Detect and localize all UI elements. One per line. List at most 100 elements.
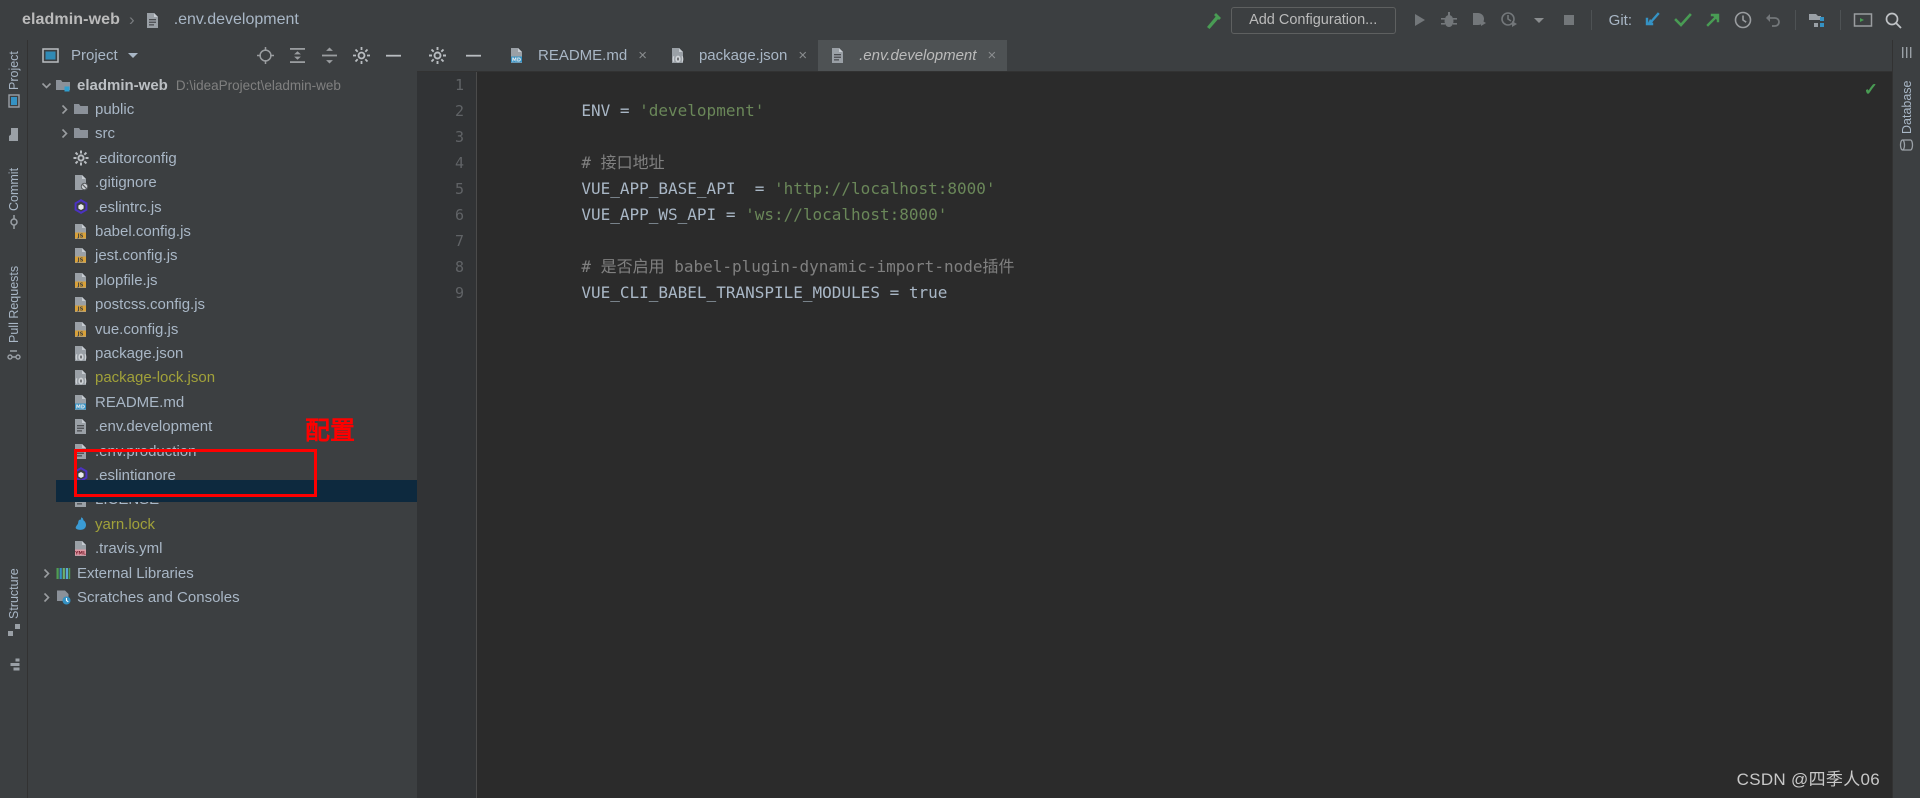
code-lines[interactable]: ENV = 'development' # 接口地址 VUE_APP_BASE_… [485, 72, 1835, 306]
tree-label: .editorconfig [95, 149, 177, 167]
gitignore-file-icon [72, 174, 90, 191]
tree-row-vue-config[interactable]: JS vue.config.js [28, 317, 417, 341]
tree-row-src[interactable]: src [28, 122, 417, 146]
tree-row-external-libraries[interactable]: External Libraries [28, 561, 417, 585]
gear-file-icon [72, 150, 90, 166]
tree-row-jest-config[interactable]: JS jest.config.js [28, 244, 417, 268]
line-number: 7 [454, 232, 464, 250]
chevron-collapsed-icon[interactable] [56, 128, 72, 139]
project-tree[interactable]: eladmin-web D:\ideaProject\eladmin-web p… [28, 70, 417, 798]
chevron-collapsed-icon[interactable] [38, 592, 54, 603]
line-number: 9 [454, 284, 464, 302]
collapse-all-icon[interactable] [319, 45, 339, 65]
close-icon[interactable]: × [987, 47, 996, 64]
js-file-icon: JS [72, 247, 90, 264]
tree-label: yarn.lock [95, 515, 156, 533]
text-file-icon [144, 12, 162, 29]
breadcrumb-project[interactable]: eladmin-web [22, 11, 120, 29]
code-token: 'ws://localhost:8000' [745, 205, 948, 224]
folder-strip-icon[interactable] [0, 122, 28, 148]
build-strip-icon[interactable] [0, 652, 28, 678]
add-configuration-button[interactable]: Add Configuration... [1230, 6, 1396, 34]
code-editor[interactable]: 1 2 3 4 5 6 7 8 9 ENV = 'development' # … [417, 72, 1892, 798]
tree-row-editorconfig[interactable]: .editorconfig [28, 146, 417, 170]
text-file-icon [829, 47, 847, 64]
tree-row-babel-config[interactable]: JS babel.config.js [28, 219, 417, 243]
sidebar-item-commit[interactable]: Commit [0, 155, 28, 241]
stop-icon[interactable] [1554, 5, 1584, 35]
chevron-collapsed-icon[interactable] [38, 568, 54, 579]
sidebar-item-database[interactable]: Database [1893, 70, 1920, 162]
git-update-icon[interactable] [1638, 5, 1668, 35]
tree-row-env-development[interactable]: .env.development [28, 414, 417, 438]
tree-row-env-production[interactable]: .env.production [28, 439, 417, 463]
tree-row-eslintrc[interactable]: .eslintrc.js [28, 195, 417, 219]
chevron-down-icon[interactable] [127, 52, 138, 58]
git-commit-icon[interactable] [1668, 5, 1698, 35]
tree-label: eladmin-web [77, 76, 168, 94]
tab-package-json[interactable]: package.json × [658, 40, 818, 71]
md-file-icon: MD [508, 47, 526, 64]
sidebar-item-project[interactable]: Project [0, 40, 28, 120]
tree-row-scratches-and-consoles[interactable]: Scratches and Consoles [28, 585, 417, 609]
json-file-icon [72, 345, 90, 362]
tree-row-public[interactable]: public [28, 97, 417, 121]
project-panel-header: Project [28, 40, 417, 70]
selected-row-highlight [56, 480, 417, 502]
left-tool-strip: Project Commit Pull Requests Structure [0, 40, 28, 798]
project-tool-window: Project eladmin-web D:\ideaProject\eladm… [28, 40, 417, 798]
tree-row-travis-yml[interactable]: YML .travis.yml [28, 536, 417, 560]
commit-icon [7, 214, 21, 229]
search-everywhere-icon[interactable] [1878, 5, 1908, 35]
tree-row-plopfile[interactable]: JS plopfile.js [28, 268, 417, 292]
dropdown-arrow-icon[interactable] [1524, 5, 1554, 35]
tree-row-postcss-config[interactable]: JS postcss.config.js [28, 293, 417, 317]
close-icon[interactable]: × [798, 47, 807, 64]
sidebar-label-database: Database [1900, 80, 1914, 134]
debug-icon[interactable] [1434, 5, 1464, 35]
hide-editor-icon[interactable] [463, 46, 483, 66]
run-icon[interactable] [1404, 5, 1434, 35]
tree-row-eladmin-web[interactable]: eladmin-web D:\ideaProject\eladmin-web [28, 73, 417, 97]
locate-target-icon[interactable] [255, 45, 275, 65]
hammer-build-icon[interactable] [1199, 5, 1229, 35]
tab-readme-md[interactable]: MD README.md × [497, 40, 658, 71]
chevron-collapsed-icon[interactable] [56, 104, 72, 115]
history-icon[interactable] [1728, 5, 1758, 35]
tree-row-readme[interactable]: MD README.md [28, 390, 417, 414]
sidebar-label-commit: Commit [7, 167, 21, 211]
editor-area: MD README.md × package.json × .env.devel… [417, 40, 1892, 798]
run-coverage-icon[interactable] [1464, 5, 1494, 35]
tree-row-gitignore[interactable]: .gitignore [28, 171, 417, 195]
rollback-icon[interactable] [1758, 5, 1788, 35]
close-icon[interactable]: × [638, 47, 647, 64]
profile-icon[interactable] [1494, 5, 1524, 35]
md-file-icon: MD [72, 394, 90, 411]
editor-tab-lead-actions [417, 40, 497, 71]
git-push-icon[interactable] [1698, 5, 1728, 35]
sidebar-label-structure: Structure [7, 568, 21, 620]
eslint-file-icon [72, 199, 90, 215]
terminal-icon[interactable] [1848, 5, 1878, 35]
settings-gear-icon[interactable] [351, 45, 371, 65]
json-file-icon [669, 47, 687, 64]
tree-row-package-json[interactable]: package.json [28, 341, 417, 365]
tree-label: postcss.config.js [95, 296, 206, 314]
gear-icon[interactable] [427, 46, 447, 66]
chevron-expanded-icon[interactable] [38, 80, 54, 91]
right-strip-top-icon[interactable] [1893, 40, 1920, 66]
breadcrumb-file[interactable]: .env.development [174, 11, 299, 29]
tab-env-development[interactable]: .env.development × [818, 40, 1008, 71]
project-structure-icon[interactable] [1803, 5, 1833, 35]
tree-row-yarn-lock[interactable]: yarn.lock [28, 512, 417, 536]
sidebar-item-pull-requests[interactable]: Pull Requests [0, 248, 28, 378]
list-icon [1901, 47, 1914, 60]
tree-row-package-lock-json[interactable]: package-lock.json [28, 366, 417, 390]
hide-panel-icon[interactable] [383, 45, 403, 65]
sidebar-item-structure[interactable]: Structure [0, 560, 28, 646]
inspection-status-icon[interactable]: ✓ [1864, 80, 1878, 100]
expand-all-icon[interactable] [287, 45, 307, 65]
pull-requests-icon [7, 347, 21, 361]
svg-text:JS: JS [77, 307, 84, 313]
project-panel-icon [41, 47, 59, 63]
